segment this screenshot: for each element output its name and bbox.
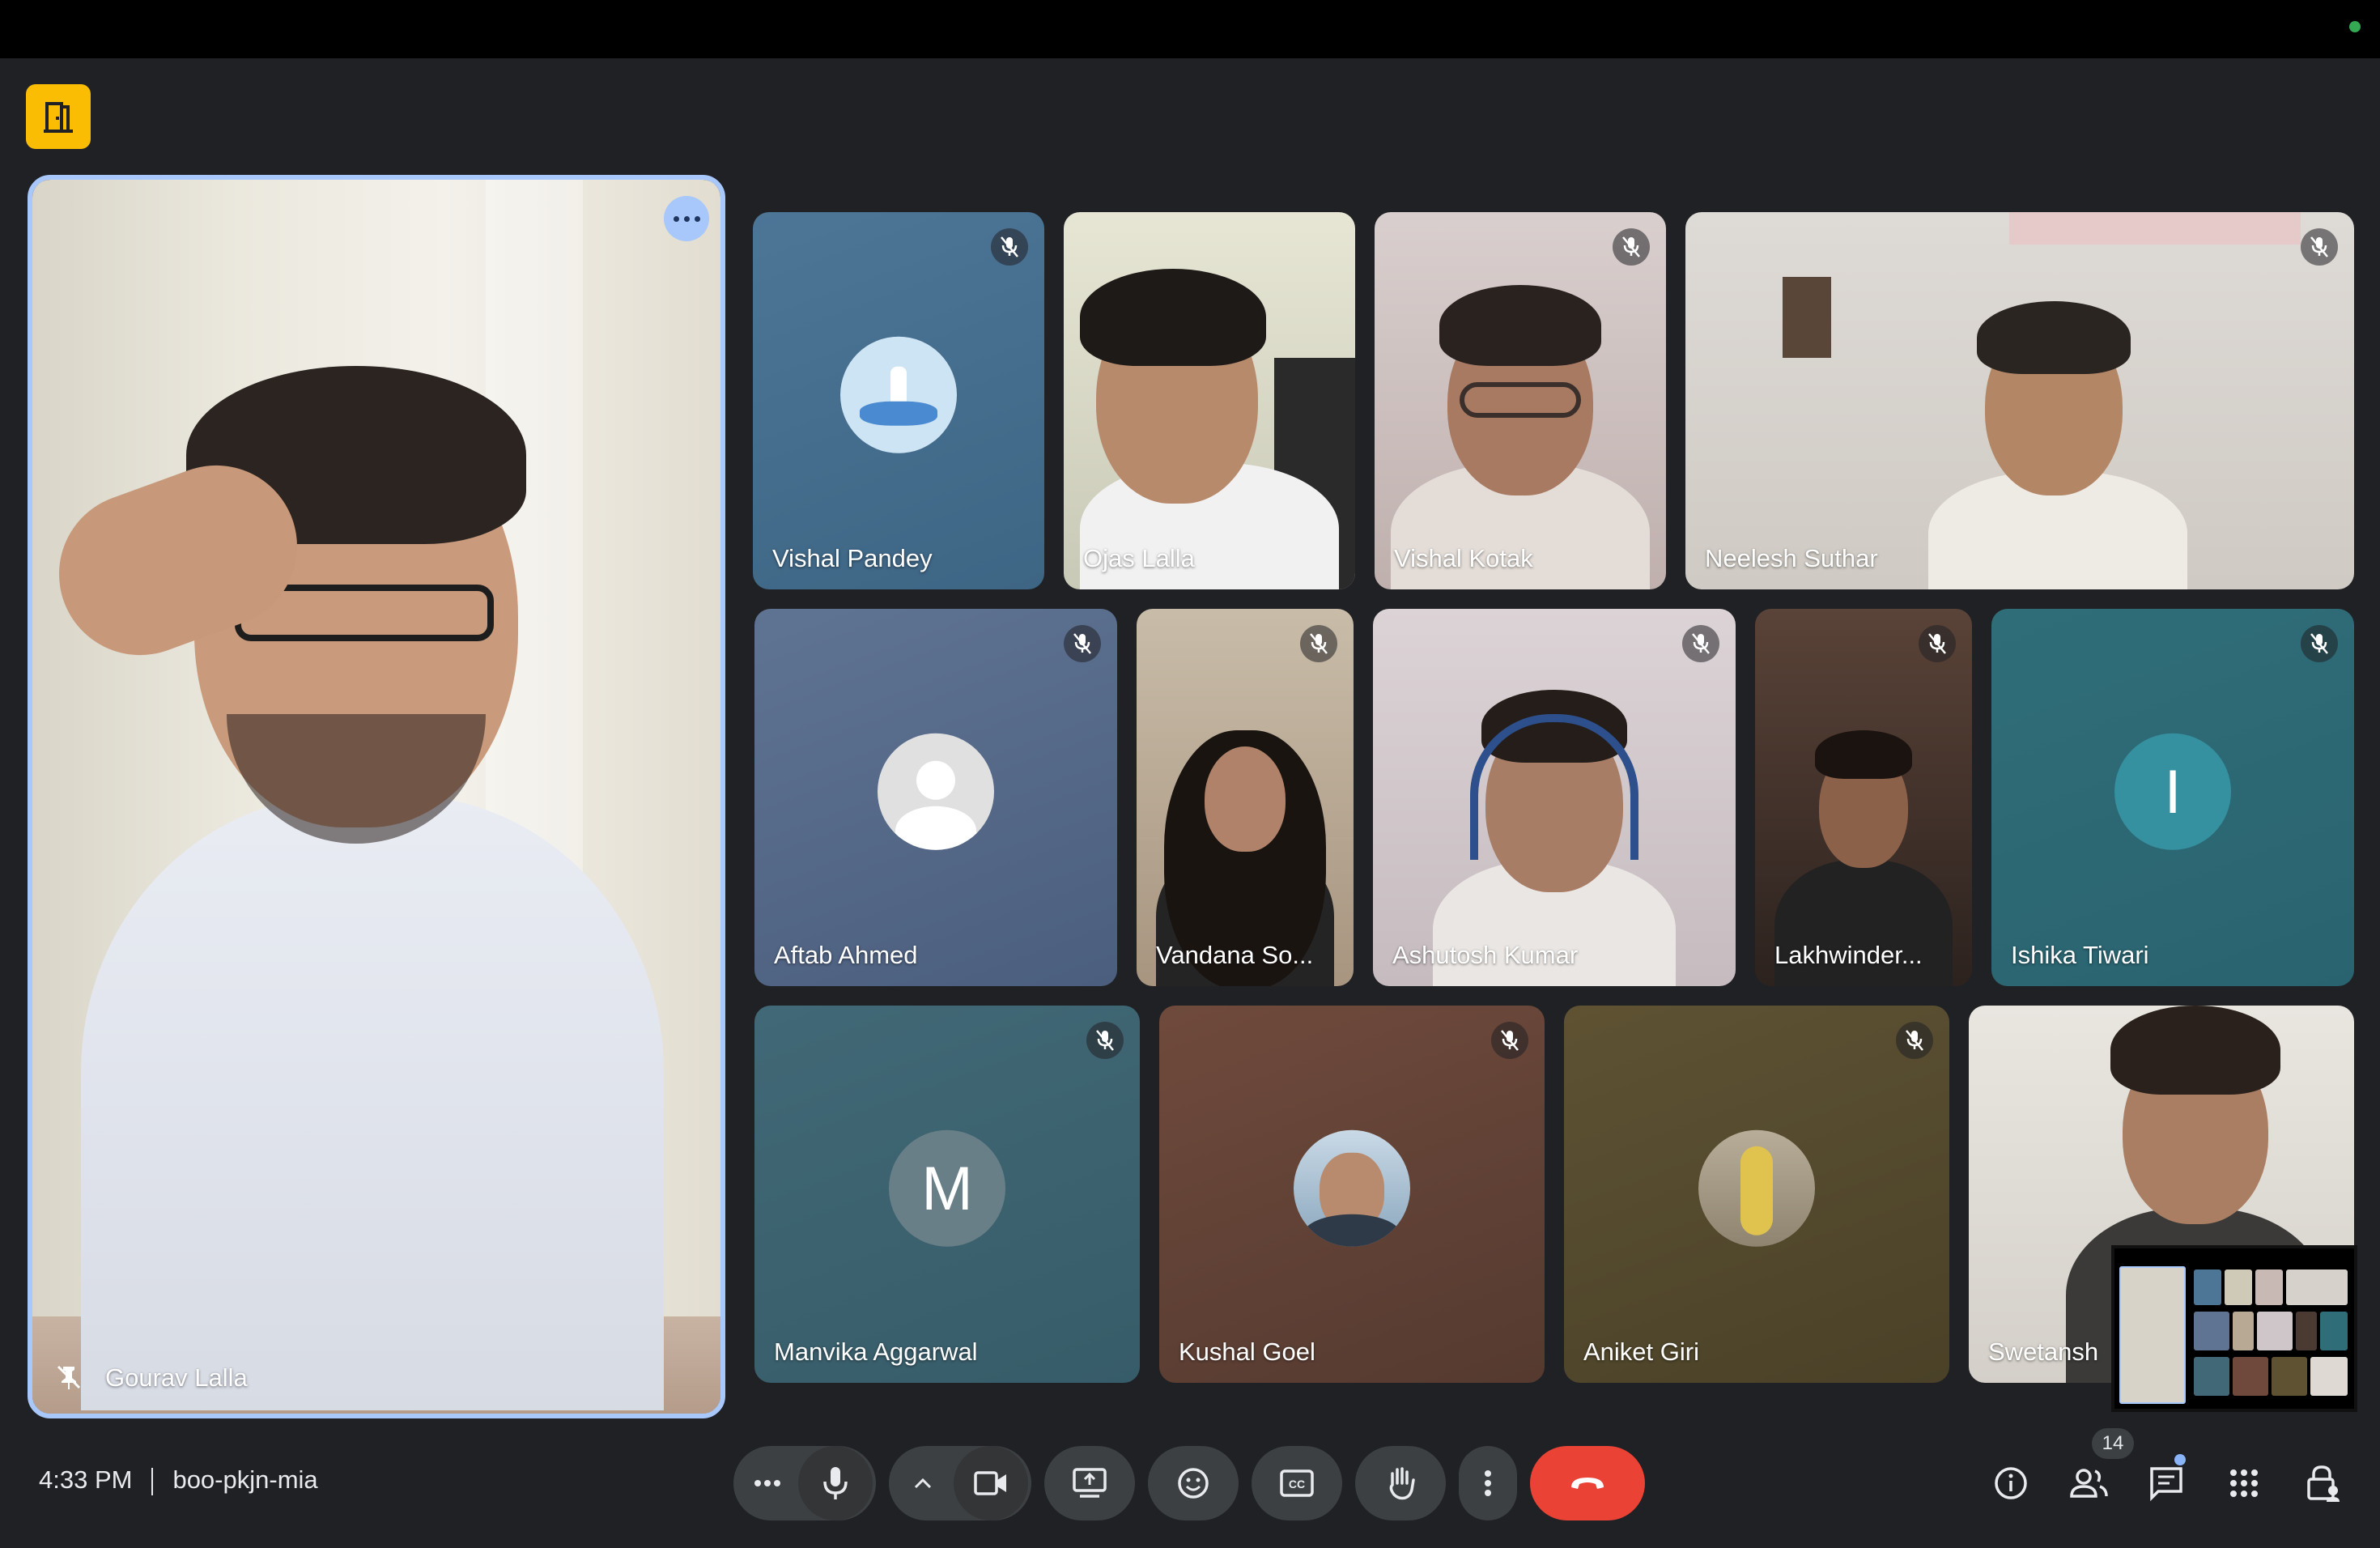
- raise-hand-button[interactable]: [1355, 1446, 1446, 1520]
- muted-mic-icon: [1896, 1022, 1933, 1059]
- video-feed: [1373, 609, 1736, 986]
- avatar: [878, 733, 994, 850]
- muted-mic-icon: [1613, 228, 1650, 266]
- chevron-up-icon: [914, 1478, 932, 1489]
- video-feed: [1755, 609, 1972, 986]
- participant-tile[interactable]: Lakhwinder...: [1755, 609, 1972, 986]
- muted-mic-icon: [1491, 1022, 1528, 1059]
- emoji-icon: [1178, 1468, 1209, 1499]
- muted-mic-icon: [991, 228, 1028, 266]
- more-options-button[interactable]: [1459, 1446, 1517, 1520]
- hand-icon: [1389, 1467, 1415, 1500]
- camera-control-group: [889, 1446, 1031, 1520]
- participant-name: Gourav Lalla: [105, 1363, 248, 1392]
- participant-tile[interactable]: I Ishika Tiwari: [1991, 609, 2354, 986]
- top-bar: [0, 0, 2380, 58]
- video-feed: [1375, 212, 1666, 589]
- avatar: [1698, 1129, 1815, 1247]
- muted-mic-icon: [2301, 228, 2338, 266]
- activities-button[interactable]: [2220, 1459, 2268, 1508]
- meeting-details: 4:33 PM boo-pkjn-mia: [39, 1465, 318, 1495]
- status-indicator: [2349, 21, 2361, 32]
- participant-tile[interactable]: Aftab Ahmed: [754, 609, 1117, 986]
- participant-name: Vishal Kotak: [1394, 544, 1533, 572]
- people-button[interactable]: [2064, 1459, 2113, 1508]
- participant-name: Aniket Giri: [1583, 1337, 1699, 1366]
- participant-name: Ashutosh Kumar: [1392, 941, 1579, 969]
- featured-participant-tile[interactable]: Gourav Lalla: [28, 175, 725, 1418]
- meeting-info-button[interactable]: [1987, 1459, 2035, 1508]
- video-feed: [1064, 212, 1355, 589]
- participant-name: Vandana So...: [1156, 941, 1314, 969]
- pin-off-icon[interactable]: [55, 1363, 83, 1391]
- avatar: I: [2114, 733, 2231, 850]
- muted-mic-icon: [1919, 625, 1956, 662]
- more-vert-icon: [1485, 1470, 1491, 1496]
- participant-tile[interactable]: Vandana So...: [1137, 609, 1354, 986]
- participant-name: Swetansh: [1988, 1337, 2099, 1366]
- present-button[interactable]: [1044, 1446, 1135, 1520]
- info-icon: [1995, 1467, 2027, 1499]
- meeting-code: boo-pkjn-mia: [172, 1465, 318, 1494]
- muted-mic-icon: [1300, 625, 1337, 662]
- participant-name: Lakhwinder...: [1774, 941, 1923, 969]
- participant-tile[interactable]: M Manvika Aggarwal: [754, 1006, 1140, 1383]
- present-screen-icon: [1073, 1468, 1107, 1498]
- people-icon: [2070, 1469, 2108, 1498]
- svg-text:CC: CC: [1289, 1478, 1305, 1491]
- mic-icon: [823, 1467, 848, 1499]
- avatar: [840, 336, 957, 453]
- videocam-icon: [974, 1471, 1006, 1495]
- video-feed: [1685, 212, 2354, 589]
- closed-captions-icon: CC: [1280, 1469, 1314, 1497]
- muted-mic-icon: [1682, 625, 1719, 662]
- leave-call-button[interactable]: [1530, 1446, 1645, 1520]
- door-icon: [44, 102, 73, 133]
- participant-tile[interactable]: Ojas Lalla: [1064, 212, 1355, 589]
- participant-name: Ishika Tiwari: [2011, 941, 2149, 969]
- mic-control-group: [733, 1446, 876, 1520]
- participant-tile[interactable]: Aniket Giri: [1564, 1006, 1949, 1383]
- captions-button[interactable]: CC: [1252, 1446, 1342, 1520]
- lock-person-icon: [2307, 1465, 2340, 1502]
- muted-mic-icon: [1064, 625, 1101, 662]
- participant-count-badge: 14: [2092, 1428, 2134, 1459]
- camera-button[interactable]: [954, 1446, 1028, 1520]
- avatar: [1294, 1129, 1410, 1247]
- participant-name: Kushal Goel: [1179, 1337, 1315, 1366]
- video-feed: [1137, 609, 1354, 986]
- apps-grid-icon: [2230, 1469, 2258, 1497]
- audio-options-button[interactable]: [737, 1446, 798, 1520]
- participant-name: Ojas Lalla: [1083, 544, 1195, 572]
- self-view-thumbnail[interactable]: [2111, 1245, 2357, 1412]
- chat-button[interactable]: [2142, 1459, 2191, 1508]
- participant-tile[interactable]: Kushal Goel: [1159, 1006, 1545, 1383]
- participant-tile[interactable]: Neelesh Suthar: [1685, 212, 2354, 589]
- muted-mic-icon: [1086, 1022, 1124, 1059]
- avatar: M: [889, 1129, 1005, 1247]
- participant-name: Manvika Aggarwal: [774, 1337, 978, 1366]
- participant-tile[interactable]: Vishal Kotak: [1375, 212, 1666, 589]
- muted-mic-icon: [2301, 625, 2338, 662]
- reactions-button[interactable]: [1148, 1446, 1239, 1520]
- companion-mode-button[interactable]: [26, 84, 91, 149]
- participant-tile[interactable]: Ashutosh Kumar: [1373, 609, 1736, 986]
- chat-icon: [2150, 1467, 2182, 1501]
- participant-name: Vishal Pandey: [772, 544, 933, 572]
- call-end-icon: [1571, 1478, 1604, 1489]
- meeting-time: 4:33 PM: [39, 1465, 133, 1494]
- video-feed: [32, 180, 720, 1414]
- host-controls-button[interactable]: [2299, 1459, 2348, 1508]
- mic-button[interactable]: [798, 1446, 873, 1520]
- participant-tile[interactable]: Vishal Pandey: [753, 212, 1044, 589]
- more-horiz-icon: [754, 1480, 780, 1486]
- control-bar: 4:33 PM boo-pkjn-mia CC 14: [0, 1418, 2380, 1548]
- participant-name: Aftab Ahmed: [774, 941, 918, 969]
- participant-name: Neelesh Suthar: [1705, 544, 1878, 572]
- video-options-button[interactable]: [892, 1446, 954, 1520]
- tile-more-options-button[interactable]: [664, 196, 709, 241]
